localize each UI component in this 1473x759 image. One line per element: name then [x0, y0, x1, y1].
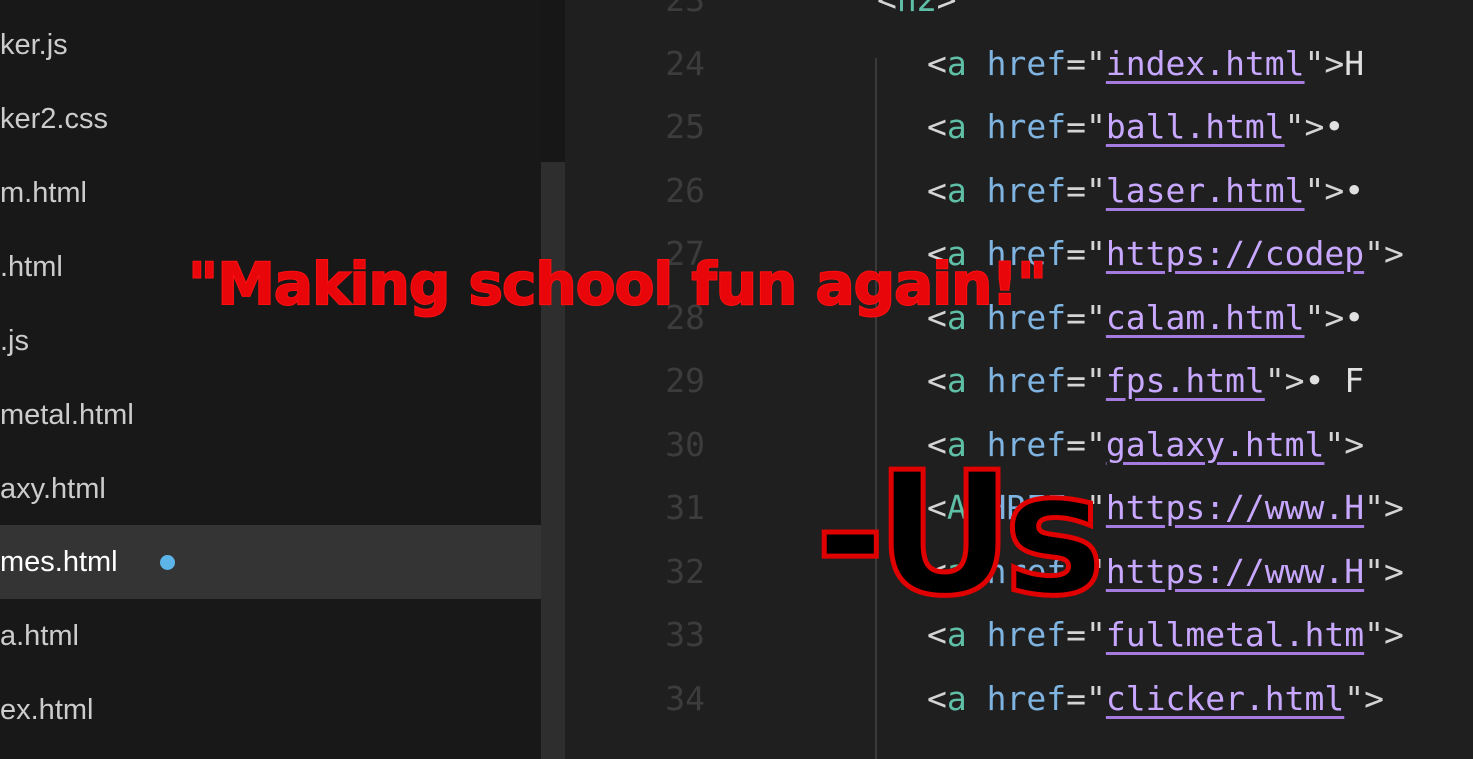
attribute-punct: ="	[1066, 234, 1106, 273]
attribute-name: href	[986, 170, 1067, 210]
unsaved-changes-dot-icon	[160, 555, 175, 570]
tag-name: h2	[897, 0, 937, 19]
code-line[interactable]: <a href="clicker.html">	[927, 679, 1384, 718]
file-name: a.html	[0, 620, 79, 652]
tag-bracket: <	[927, 170, 947, 210]
line-number: 31	[665, 488, 705, 527]
attribute-punct: ="	[1066, 170, 1106, 210]
file-name: ker2.css	[0, 103, 108, 135]
attribute-punct: ">	[1324, 424, 1365, 464]
attribute-punct: ">	[1364, 234, 1404, 273]
file-name: axy.html	[0, 473, 106, 505]
attribute-punct: ="	[1066, 43, 1106, 83]
file-name: mes.html	[0, 546, 118, 578]
overlay-signature: -Us	[813, 436, 1108, 634]
attribute-value-link: https://www.H	[1105, 551, 1365, 591]
file-item[interactable]: axy.html	[0, 452, 541, 526]
attribute-value-link: clicker.html	[1105, 678, 1345, 718]
code-line[interactable]: <a href="index.html">H	[927, 44, 1364, 83]
line-number: 23	[565, 0, 705, 19]
line-number: 26	[665, 170, 705, 210]
attribute-punct: ">	[1304, 43, 1345, 83]
attribute-value-link: galaxy.html	[1105, 424, 1325, 464]
code-line[interactable]: <h2>	[877, 0, 957, 19]
line-number: 33	[665, 615, 705, 654]
code-line[interactable]: <a href="laser.html">•	[927, 171, 1364, 210]
file-name: .html	[0, 251, 63, 283]
file-name: .js	[0, 325, 29, 357]
file-item[interactable]: metal.html	[0, 378, 541, 452]
file-item[interactable]: mes.html	[0, 525, 541, 599]
attribute-name: href	[986, 43, 1067, 83]
line-number: 29	[665, 361, 705, 400]
tag-name: a	[946, 361, 967, 400]
attribute-punct: ">	[1304, 170, 1345, 210]
file-item[interactable]: a.html	[0, 599, 541, 673]
tag-bracket: >	[937, 0, 957, 19]
attribute-name: href	[986, 361, 1067, 400]
file-item[interactable]: ker2.css	[0, 82, 541, 156]
file-item[interactable]: ex.html	[0, 673, 541, 747]
overlay-tagline: "Making school fun again!"	[187, 249, 1048, 319]
attribute-value-link: index.html	[1105, 43, 1305, 83]
tag-name: a	[946, 170, 967, 210]
code-line[interactable]: <a href="ball.html">•	[927, 107, 1364, 146]
code-line[interactable]: <a href="fps.html">• F	[927, 361, 1364, 400]
attribute-value-link: calam.html	[1105, 297, 1305, 337]
line-number: 24	[665, 43, 705, 83]
tag-name: a	[946, 107, 967, 146]
attribute-name: href	[986, 678, 1067, 718]
attribute-punct: ">	[1264, 361, 1305, 400]
tag-name: a	[946, 43, 967, 83]
attribute-name: href	[986, 107, 1067, 146]
link-text: •	[1344, 297, 1365, 337]
tag-bracket: <	[927, 678, 947, 718]
attribute-punct: ="	[1066, 678, 1106, 718]
code-editor[interactable]: 23<h2>24<a href="index.html">H25<a href=…	[565, 0, 1473, 759]
file-item[interactable]: m.html	[0, 156, 541, 230]
attribute-value-link: fullmetal.htm	[1105, 615, 1365, 654]
attribute-value-link: fps.html	[1105, 361, 1265, 400]
tag-name: a	[946, 678, 967, 718]
line-number: 34	[665, 678, 705, 718]
link-text: H	[1344, 43, 1365, 83]
attribute-punct: ">	[1284, 107, 1325, 146]
file-name: metal.html	[0, 399, 134, 431]
line-number: 30	[665, 424, 705, 464]
file-explorer: ker.js ker2.css m.html .html .js metal.html ax…	[0, 0, 565, 759]
tag-bracket: <	[877, 0, 897, 19]
tag-bracket: <	[927, 361, 947, 400]
line-number: 32	[665, 551, 705, 591]
line-number: 25	[665, 107, 705, 146]
link-text: •	[1344, 170, 1365, 210]
file-name: ex.html	[0, 694, 94, 726]
attribute-punct: ">	[1364, 551, 1404, 591]
attribute-punct: ="	[1066, 297, 1106, 337]
attribute-punct: ="	[1066, 361, 1106, 400]
link-text: •	[1324, 107, 1365, 146]
tag-bracket: <	[927, 107, 947, 146]
file-name: m.html	[0, 177, 87, 209]
indent-guide	[875, 58, 877, 759]
attribute-punct: ="	[1066, 107, 1106, 146]
attribute-value-link: https://www.H	[1105, 488, 1365, 527]
attribute-punct: ">	[1364, 488, 1404, 527]
attribute-punct: ">	[1344, 678, 1385, 718]
file-name: ker.js	[0, 29, 68, 61]
link-text: • F	[1304, 361, 1365, 400]
attribute-punct: ">	[1304, 297, 1345, 337]
attribute-value-link: ball.html	[1105, 107, 1285, 146]
attribute-punct: ">	[1364, 615, 1404, 654]
tag-bracket: <	[927, 43, 947, 83]
attribute-value-link: laser.html	[1105, 170, 1305, 210]
attribute-value-link: https://codep	[1105, 234, 1365, 273]
file-item[interactable]: ker.js	[0, 8, 541, 82]
